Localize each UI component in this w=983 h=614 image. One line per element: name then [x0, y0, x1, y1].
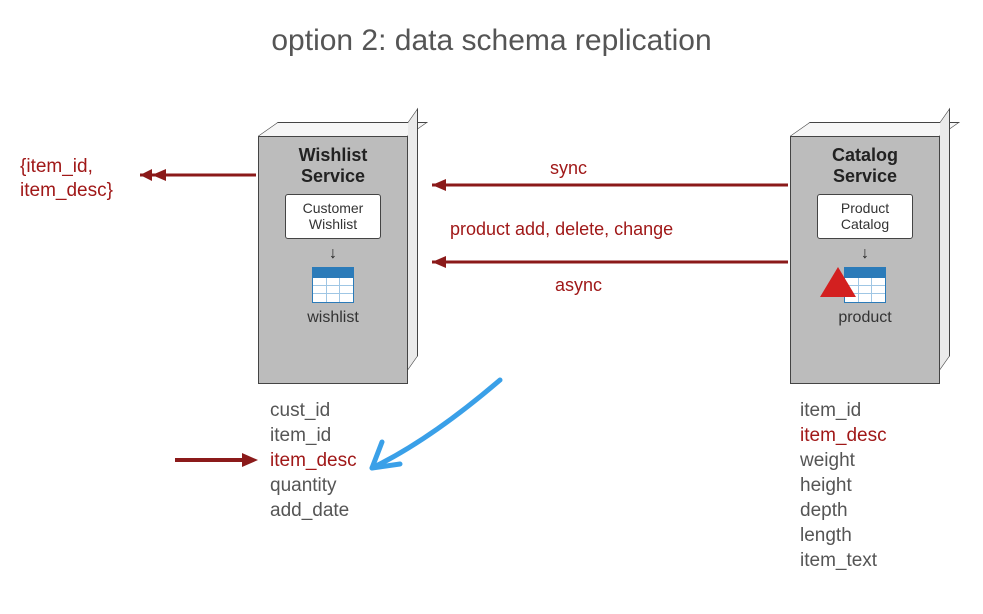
alert-triangle-icon	[820, 267, 856, 297]
field-item: length	[800, 523, 887, 548]
arrow-down-icon: ↓	[329, 245, 337, 263]
field-item: item_id	[800, 398, 887, 423]
field-item: add_date	[270, 498, 357, 523]
sync-label: sync	[550, 158, 587, 179]
field-item: height	[800, 473, 887, 498]
field-item: quantity	[270, 473, 357, 498]
output-payload: {item_id, item_desc}	[20, 155, 113, 203]
catalog-service-title: Catalog Service	[799, 145, 931, 186]
field-item: item_id	[270, 423, 357, 448]
async-label: async	[555, 275, 602, 296]
wishlist-table-label: wishlist	[307, 309, 359, 327]
wishlist-fields-list: cust_iditem_iditem_descquantityadd_date	[270, 398, 357, 523]
event-label: product add, delete, change	[450, 219, 673, 240]
field-item: weight	[800, 448, 887, 473]
table-icon	[312, 267, 354, 303]
catalog-service-box: Catalog Service Product Catalog ↓ produc…	[790, 122, 952, 382]
catalog-fields-list: item_iditem_descweightheightdepthlengthi…	[800, 398, 887, 574]
arrow-down-icon: ↓	[861, 245, 869, 263]
wishlist-service-box: Wishlist Service Customer Wishlist ↓ wis…	[258, 122, 420, 382]
field-item: item_desc	[270, 448, 357, 473]
catalog-table-label: product	[838, 309, 891, 327]
wishlist-component: Customer Wishlist	[285, 194, 381, 238]
field-item: item_desc	[800, 423, 887, 448]
field-item: cust_id	[270, 398, 357, 423]
annotation-arrow	[372, 380, 500, 468]
wishlist-service-title: Wishlist Service	[267, 145, 399, 186]
field-item: depth	[800, 498, 887, 523]
field-item: item_text	[800, 548, 887, 573]
catalog-component: Product Catalog	[817, 194, 913, 238]
diagram-title: option 2: data schema replication	[0, 24, 983, 58]
